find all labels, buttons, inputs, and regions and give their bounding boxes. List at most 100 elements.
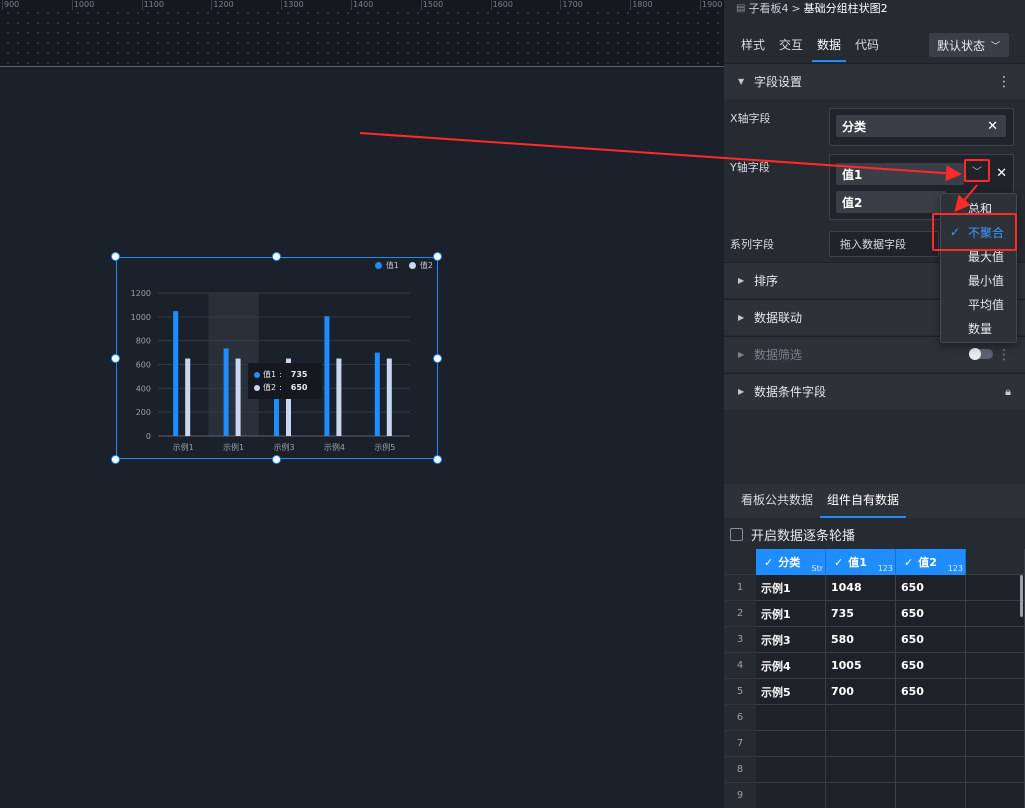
legend-label: 值2 <box>419 261 433 270</box>
aggregate-dropdown-button[interactable]: ﹀ <box>964 159 990 182</box>
table-cell[interactable] <box>966 601 1025 627</box>
row-index: 8 <box>724 757 756 783</box>
table-cell[interactable] <box>966 731 1025 757</box>
lock-icon[interactable]: 🔒︎ <box>1005 374 1011 410</box>
data-condition-section[interactable]: ▶ 数据条件字段 🔒︎ <box>724 373 1025 409</box>
table-cell[interactable] <box>896 731 966 757</box>
menu-item-min[interactable]: 最小值 <box>941 268 1018 292</box>
menu-item-count[interactable]: 数量 <box>941 316 1018 340</box>
tab-interaction[interactable]: 交互 <box>772 30 810 62</box>
table-cell[interactable] <box>896 705 966 731</box>
resize-handle-bottom-right[interactable] <box>433 455 442 464</box>
y-field-chip[interactable]: 值2 <box>836 191 946 213</box>
table-cell[interactable] <box>756 757 826 783</box>
table-cell[interactable]: 650 <box>896 653 966 679</box>
resize-handle-bottom-left[interactable] <box>111 455 120 464</box>
table-cell[interactable]: 1048 <box>826 575 896 601</box>
table-cell[interactable] <box>966 627 1025 653</box>
legend-item-value2[interactable]: 值2 <box>408 260 433 271</box>
breadcrumb-parent[interactable]: 子看板4 <box>748 0 788 16</box>
menu-item-average[interactable]: 平均值 <box>941 292 1018 316</box>
table-cell[interactable]: 580 <box>826 627 896 653</box>
carousel-option[interactable]: 开启数据逐条轮播 <box>730 524 855 544</box>
table-scrollbar[interactable] <box>1020 575 1023 617</box>
table-cell[interactable] <box>826 757 896 783</box>
resize-handle-top[interactable] <box>272 252 281 261</box>
table-cell[interactable]: 700 <box>826 679 896 705</box>
table-cell[interactable]: 示例4 <box>756 653 826 679</box>
tab-data[interactable]: 数据 <box>810 30 848 62</box>
legend-label: 值1 <box>385 261 399 270</box>
resize-handle-top-right[interactable] <box>433 252 442 261</box>
table-cell[interactable]: 1005 <box>826 653 896 679</box>
legend-item-value1[interactable]: 值1 <box>374 260 399 271</box>
table-cell[interactable]: 示例1 <box>756 601 826 627</box>
tooltip-dot-icon <box>254 371 260 378</box>
table-cell[interactable] <box>966 679 1025 705</box>
table-cell[interactable] <box>966 575 1025 601</box>
section-title: 数据条件字段 <box>754 385 827 399</box>
table-cell[interactable]: 650 <box>896 627 966 653</box>
table-cell[interactable]: 示例1 <box>756 575 826 601</box>
data-filter-toggle[interactable] <box>969 348 993 360</box>
table-cell[interactable] <box>966 705 1025 731</box>
table-cell[interactable] <box>966 653 1025 679</box>
row-index: 1 <box>724 575 756 601</box>
section-title: 字段设置 <box>754 75 803 89</box>
row-index: 7 <box>724 731 756 757</box>
close-icon[interactable]: ✕ <box>996 166 1007 181</box>
tooltip-row: 值1: 735 <box>254 368 316 381</box>
table-cell[interactable]: 650 <box>896 679 966 705</box>
table-cell[interactable] <box>756 731 826 757</box>
x-field-chip[interactable]: 分类 ✕ <box>836 115 1006 137</box>
y-field-chip[interactable]: 值1 <box>836 163 964 185</box>
row-index: 6 <box>724 705 756 731</box>
series-field-dropzone[interactable]: 拖入数据字段 <box>829 231 939 257</box>
table-cell[interactable] <box>826 731 896 757</box>
chart-legend[interactable]: 值1 值2 <box>374 260 433 271</box>
tab-style[interactable]: 样式 <box>734 30 772 62</box>
row-index: 4 <box>724 653 756 679</box>
resize-handle-left[interactable] <box>111 354 120 363</box>
tab-code[interactable]: 代码 <box>848 30 886 62</box>
x-field-label: X轴字段 <box>730 112 771 125</box>
field-settings-section[interactable]: ▼ 字段设置 ⋮ <box>724 63 1025 99</box>
table-cell[interactable]: 示例3 <box>756 627 826 653</box>
table-cell[interactable] <box>826 783 896 808</box>
resize-handle-right[interactable] <box>433 354 442 363</box>
check-icon: ✓ <box>904 555 914 569</box>
table-cell[interactable] <box>756 705 826 731</box>
table-cell[interactable]: 650 <box>896 601 966 627</box>
table-cell[interactable] <box>966 783 1025 808</box>
resize-handle-top-left[interactable] <box>111 252 120 261</box>
table-cell[interactable]: 735 <box>826 601 896 627</box>
tooltip-value: 735 <box>290 370 308 379</box>
tab-component-own-data[interactable]: 组件自有数据 <box>820 484 907 518</box>
table-cell[interactable]: 示例5 <box>756 679 826 705</box>
chip-label: 值2 <box>842 195 863 210</box>
column-name: 值1 <box>848 556 867 569</box>
tab-board-public-data[interactable]: 看板公共数据 <box>734 484 820 518</box>
carousel-label: 开启数据逐条轮播 <box>751 528 856 544</box>
caret-right-icon: ▶ <box>738 276 745 285</box>
table-cell[interactable] <box>896 757 966 783</box>
check-icon: ✓ <box>764 555 774 569</box>
annotation-highlight-box <box>932 213 1017 251</box>
row-index: 5 <box>724 679 756 705</box>
table-cell[interactable] <box>896 783 966 808</box>
carousel-checkbox[interactable] <box>730 527 743 541</box>
table-cell[interactable] <box>826 705 896 731</box>
table-cell[interactable]: 650 <box>896 575 966 601</box>
close-icon[interactable]: ✕ <box>987 119 998 134</box>
chart-widget-selection[interactable]: 值1 值2 <box>116 257 438 459</box>
more-vertical-icon[interactable]: ⋮ <box>997 64 1011 100</box>
column-header[interactable]: ✓ 分类 Str <box>756 549 826 575</box>
section-title: 数据筛选 <box>754 348 803 362</box>
table-cell[interactable] <box>756 783 826 808</box>
column-header[interactable]: ✓ 值1 123 <box>826 549 896 575</box>
resize-handle-bottom[interactable] <box>272 455 281 464</box>
column-header[interactable]: ✓ 值2 123 <box>896 549 966 575</box>
x-field-dropzone[interactable]: 分类 ✕ <box>829 108 1014 146</box>
state-select[interactable]: 默认状态 ﹀ <box>929 33 1009 57</box>
table-cell[interactable] <box>966 757 1025 783</box>
